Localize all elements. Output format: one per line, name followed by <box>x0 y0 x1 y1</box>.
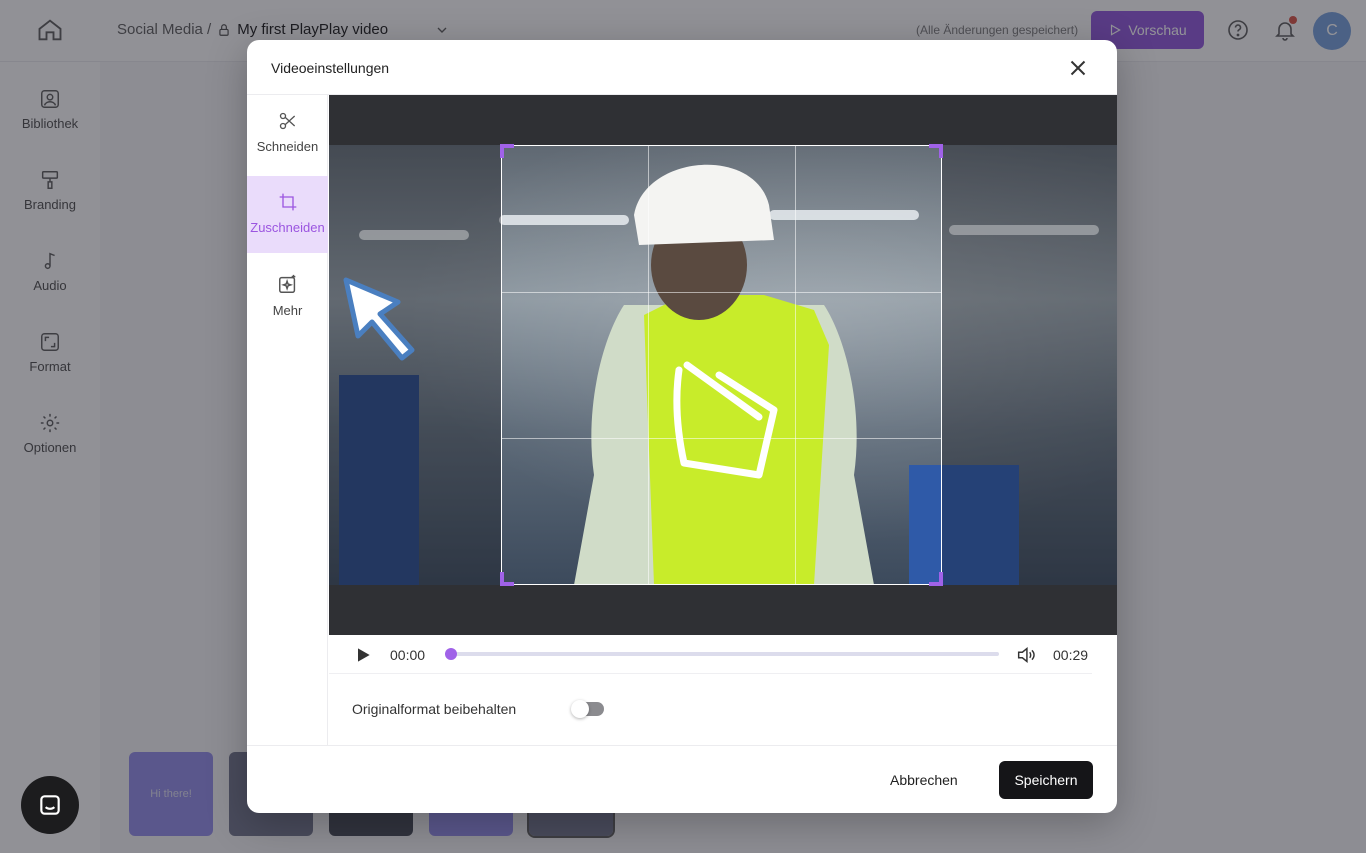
current-time: 00:00 <box>390 647 426 663</box>
keep-original-format-toggle[interactable] <box>571 700 604 718</box>
toggle-knob <box>571 700 589 718</box>
crop-gridline <box>502 291 941 293</box>
video-preview <box>329 95 1117 635</box>
duration: 00:29 <box>1053 647 1089 663</box>
video-settings-dialog: Videoeinstellungen Schneiden Zuschneiden… <box>247 40 1117 813</box>
tool-cut[interactable]: Schneiden <box>247 95 328 172</box>
dialog-footer: Abbrechen Speichern <box>247 745 1117 813</box>
player-controls: 00:00 00:29 <box>329 635 1117 675</box>
crop-handle-bottom-left[interactable] <box>500 572 514 586</box>
chat-launcher-button[interactable] <box>21 776 79 834</box>
tool-crop[interactable]: Zuschneiden <box>247 176 328 253</box>
scissors-icon <box>279 112 295 130</box>
cancel-button[interactable]: Abbrechen <box>890 772 958 788</box>
crop-handle-bottom-right[interactable] <box>929 572 943 586</box>
divider <box>329 673 1092 674</box>
keep-original-format-label: Originalformat beibehalten <box>352 701 517 717</box>
crop-gridline <box>648 146 650 584</box>
crop-handle-top-left[interactable] <box>500 144 514 158</box>
progress-thumb[interactable] <box>445 648 457 660</box>
tool-label: Mehr <box>272 303 303 318</box>
crop-gridline <box>794 146 796 584</box>
close-icon[interactable] <box>1065 55 1091 81</box>
dialog-title: Videoeinstellungen <box>271 60 390 76</box>
tool-label: Schneiden <box>256 139 319 154</box>
crop-frame[interactable] <box>500 144 943 586</box>
save-button[interactable]: Speichern <box>999 761 1093 799</box>
pointer-arrow-icon <box>343 277 415 361</box>
crop-handle-top-right[interactable] <box>929 144 943 158</box>
dialog-header: Videoeinstellungen <box>247 40 1117 95</box>
play-icon[interactable] <box>353 645 373 665</box>
volume-icon[interactable] <box>1015 644 1037 666</box>
progress-bar[interactable] <box>445 648 999 660</box>
crop-icon <box>279 193 296 211</box>
tool-sidebar: Schneiden Zuschneiden Mehr <box>247 95 328 745</box>
sparkle-plus-icon <box>278 274 295 293</box>
crop-shade-left <box>329 145 501 585</box>
crop-gridline <box>502 437 941 439</box>
tool-more[interactable]: Mehr <box>247 257 328 334</box>
crop-shade-right <box>942 145 1117 585</box>
tool-label: Zuschneiden <box>250 220 325 235</box>
chat-icon <box>40 795 60 815</box>
